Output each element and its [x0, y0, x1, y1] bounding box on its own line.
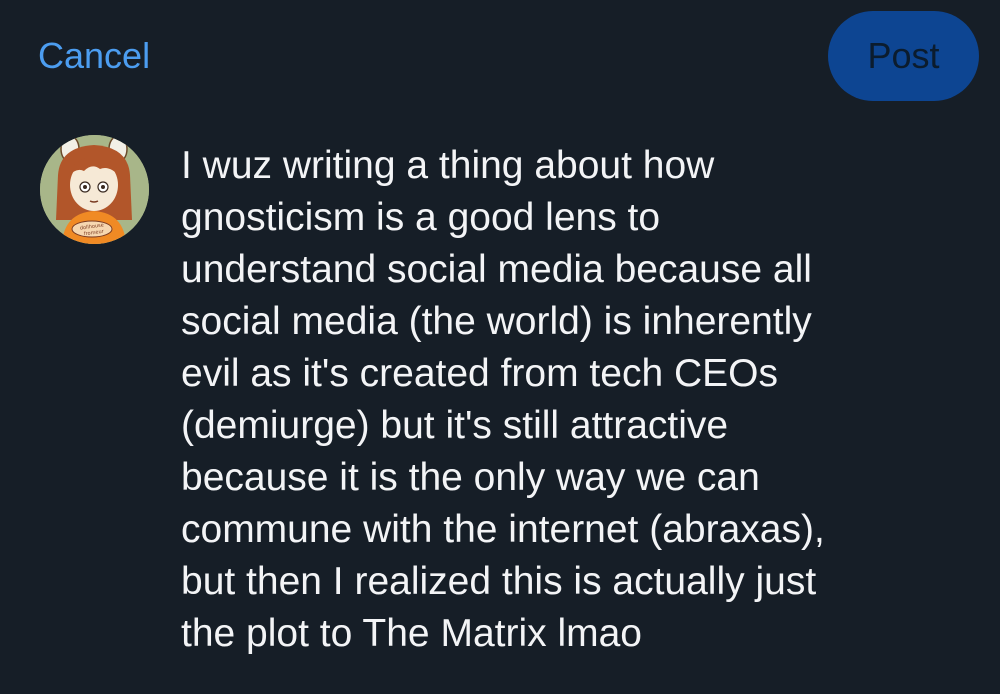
avatar[interactable]: dollhouse fromeur	[40, 135, 149, 244]
post-text-line: because it is the only way we can	[181, 456, 760, 499]
post-button[interactable]: Post	[828, 11, 979, 101]
post-text-line: but then I realized this is actually jus…	[181, 560, 817, 603]
post-text-line: the plot to The Matrix lmao	[181, 612, 642, 655]
post-text-line: understand social media because all	[181, 248, 812, 291]
post-text-input[interactable]: I wuz writing a thing about how gnosticis…	[181, 140, 971, 660]
user-avatar-icon: dollhouse fromeur	[40, 135, 149, 244]
post-text-line: gnosticism is a good lens to	[181, 196, 661, 239]
post-text-line: social media (the world) is inherently	[181, 300, 812, 343]
post-text-line: (demiurge) but it's still attractive	[181, 404, 729, 447]
post-text-line: commune with the internet (abraxas),	[181, 508, 825, 551]
composer-header: Cancel Post	[0, 0, 1000, 110]
post-text-line: evil as it's created from tech CEOs	[181, 352, 778, 395]
cancel-button[interactable]: Cancel	[38, 34, 150, 78]
post-text-line: I wuz writing a thing about how	[181, 144, 715, 187]
